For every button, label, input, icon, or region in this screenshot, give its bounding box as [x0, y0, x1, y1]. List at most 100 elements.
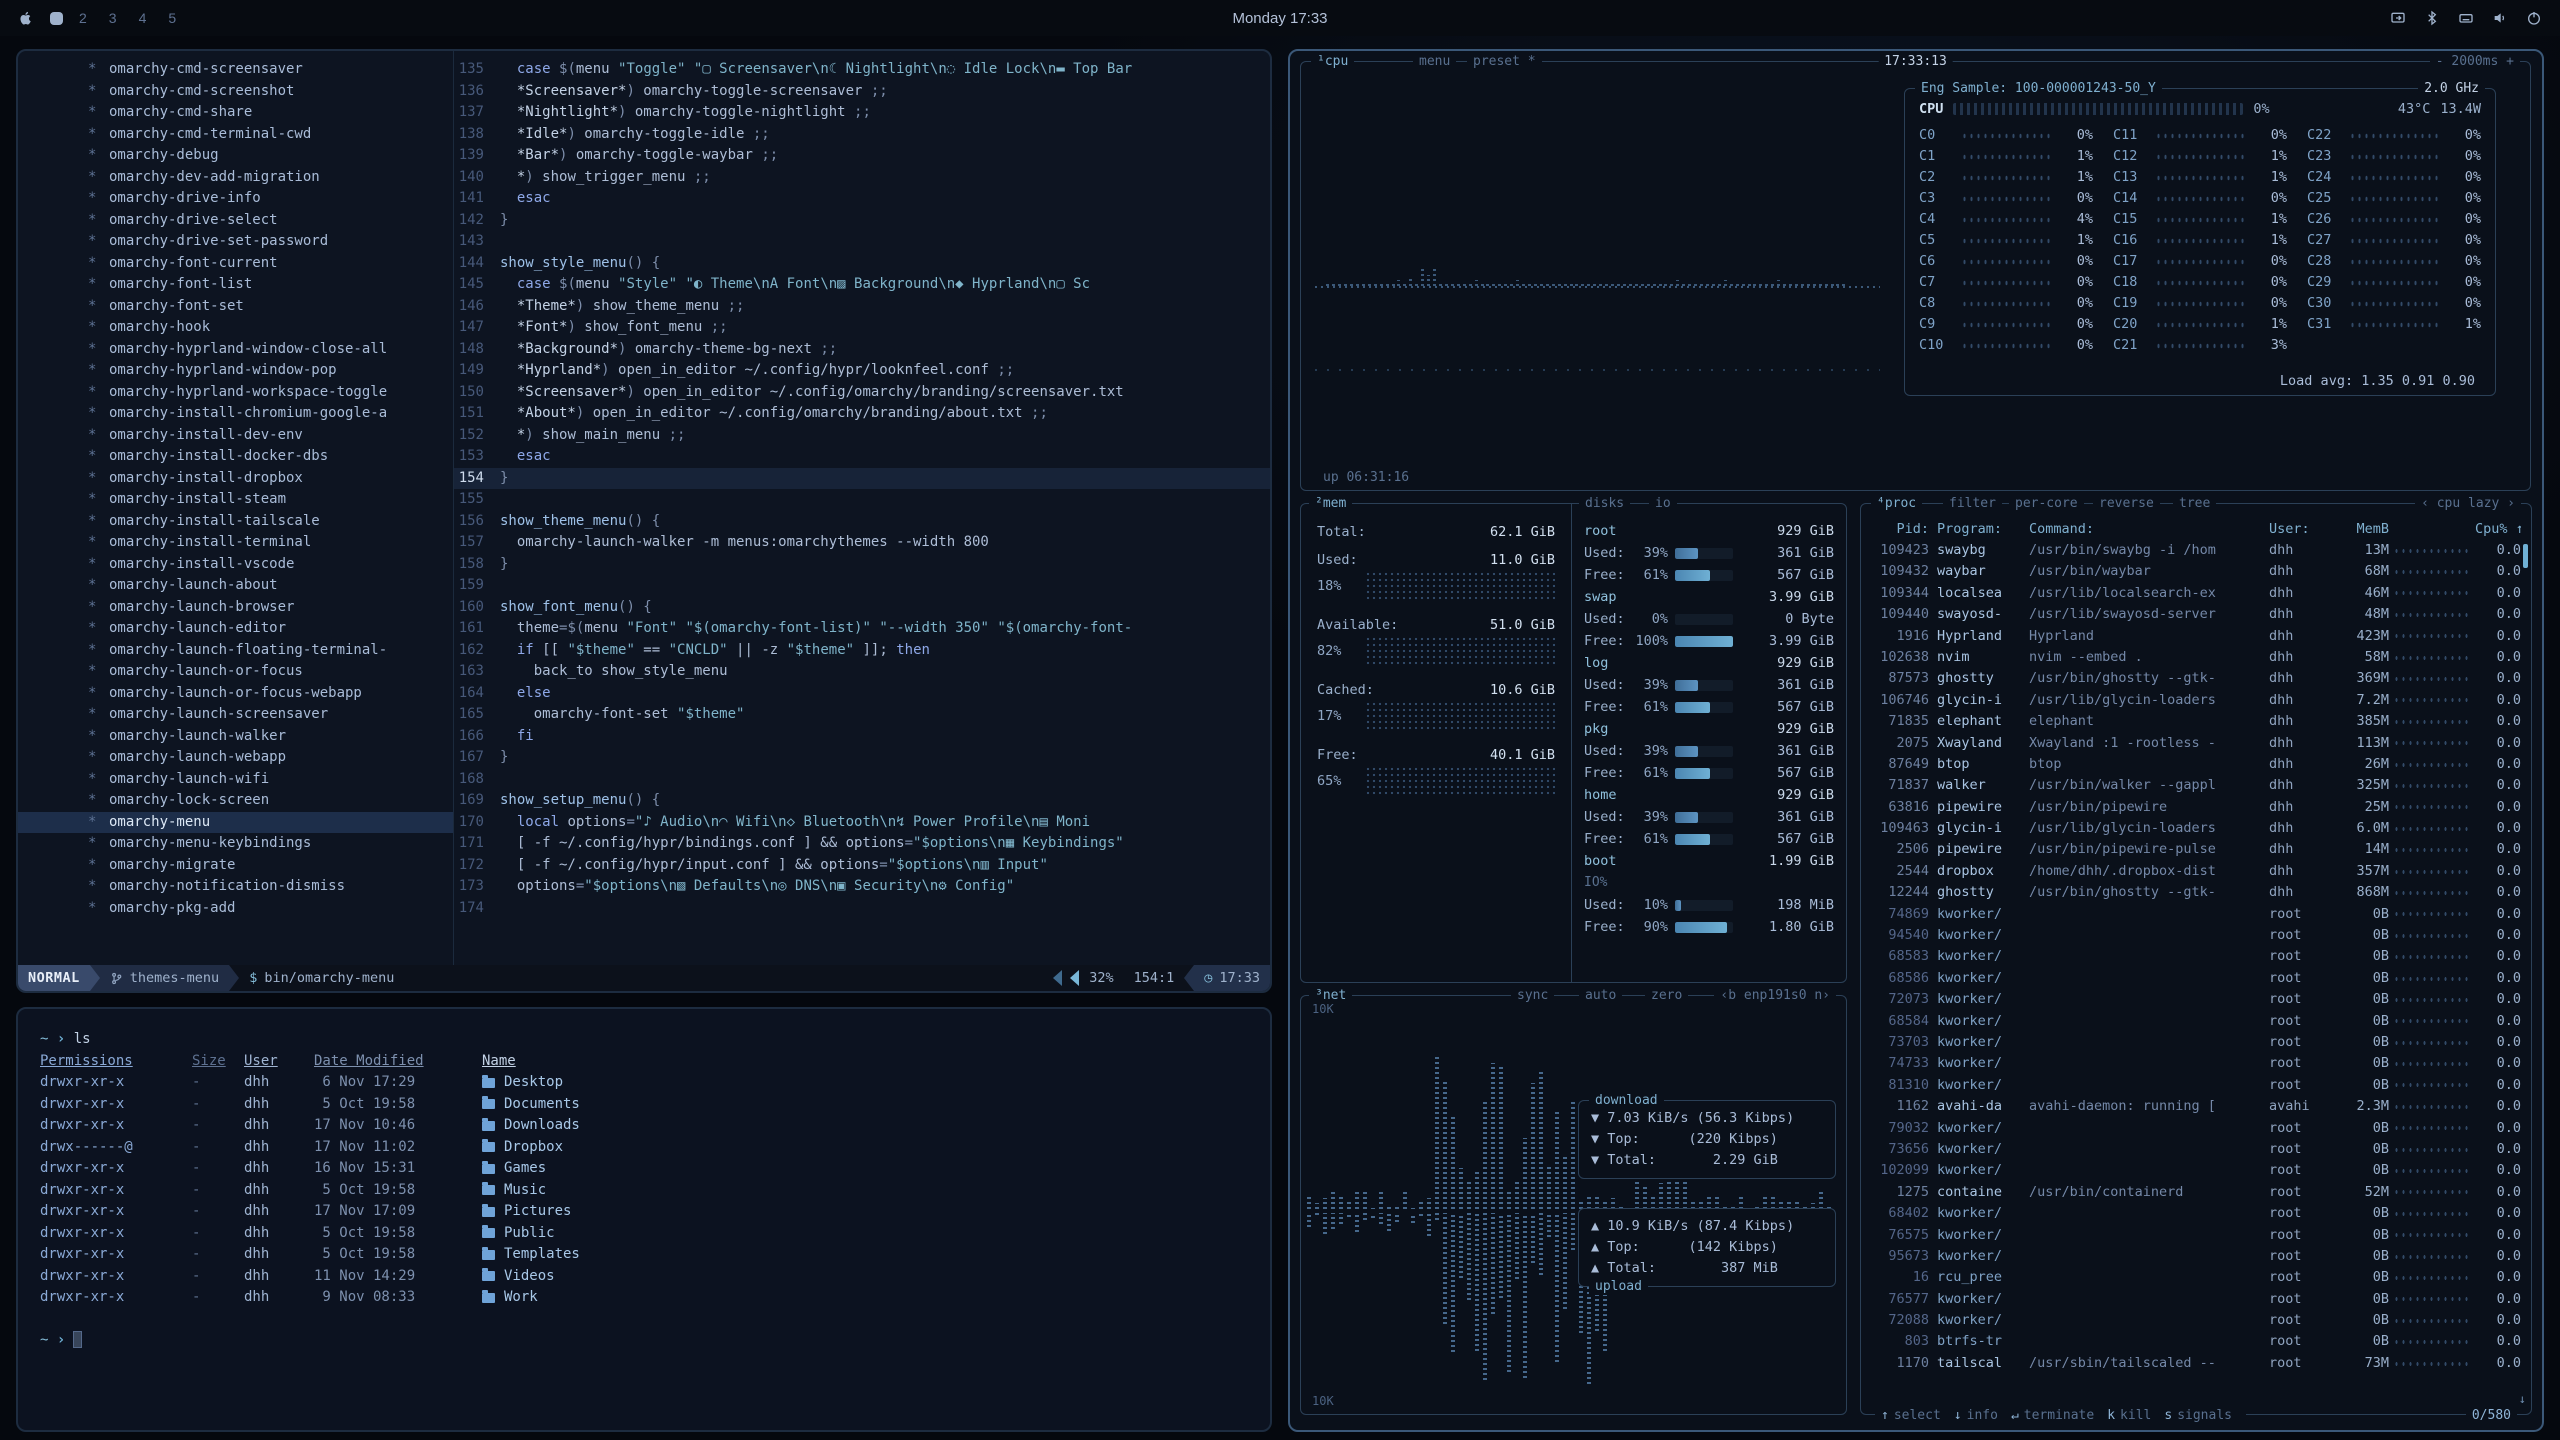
- file-item[interactable]: *omarchy-hyprland-workspace-toggle: [18, 382, 453, 404]
- code-line[interactable]: 135 case $(menu "Toggle" "▢ Screensaver\…: [454, 59, 1270, 81]
- volume-icon[interactable]: [2492, 10, 2508, 26]
- workspace-3[interactable]: 3: [109, 10, 117, 26]
- scroll-down-icon[interactable]: ↓: [2519, 1392, 2526, 1406]
- process-row[interactable]: 94540kworker/root0B0.0: [1873, 925, 2521, 946]
- code-line[interactable]: 142}: [454, 210, 1270, 232]
- process-row[interactable]: 68586kworker/root0B0.0: [1873, 968, 2521, 989]
- process-row[interactable]: 1162avahi-daavahi-daemon: running [avahi…: [1873, 1096, 2521, 1117]
- code-line[interactable]: 172 [ -f ~/.config/hypr/input.conf ] && …: [454, 855, 1270, 877]
- file-item[interactable]: *omarchy-launch-or-focus: [18, 661, 453, 683]
- process-row[interactable]: 63816pipewire/usr/bin/pipewiredhh25M0.0: [1873, 797, 2521, 818]
- code-line[interactable]: 173 options="$options\n▧ Defaults\n◎ DNS…: [454, 876, 1270, 898]
- code-line[interactable]: 171 [ -f ~/.config/hypr/bindings.conf ] …: [454, 833, 1270, 855]
- file-item[interactable]: *omarchy-cmd-screenshot: [18, 81, 453, 103]
- file-item[interactable]: *omarchy-drive-select: [18, 210, 453, 232]
- file-item[interactable]: *omarchy-install-dropbox: [18, 468, 453, 490]
- file-item[interactable]: *omarchy-install-terminal: [18, 532, 453, 554]
- file-item[interactable]: *omarchy-install-steam: [18, 489, 453, 511]
- btop-window[interactable]: ¹cpu menu preset * 17:33:13 - 2000ms + u…: [1288, 49, 2544, 1432]
- file-item[interactable]: *omarchy-hook: [18, 317, 453, 339]
- workspace-2[interactable]: 2: [79, 10, 87, 26]
- code-line[interactable]: 139 *Bar*) omarchy-toggle-waybar ;;: [454, 145, 1270, 167]
- process-row[interactable]: 87649btopbtopdhh26M0.0: [1873, 754, 2521, 775]
- file-item[interactable]: *omarchy-migrate: [18, 855, 453, 877]
- process-row[interactable]: 74869kworker/root0B0.0: [1873, 904, 2521, 925]
- code-editor[interactable]: 135 case $(menu "Toggle" "▢ Screensaver\…: [454, 51, 1270, 965]
- code-line[interactable]: 169show_setup_menu() {: [454, 790, 1270, 812]
- preset-tab[interactable]: preset *: [1467, 53, 1542, 70]
- reverse-tab[interactable]: reverse: [2093, 495, 2160, 512]
- process-row[interactable]: 76577kworker/root0B0.0: [1873, 1289, 2521, 1310]
- code-line[interactable]: 151 *About*) open_in_editor ~/.config/om…: [454, 403, 1270, 425]
- code-line[interactable]: 168: [454, 769, 1270, 791]
- file-item[interactable]: *omarchy-menu-keybindings: [18, 833, 453, 855]
- code-line[interactable]: 141 esac: [454, 188, 1270, 210]
- code-line[interactable]: 153 esac: [454, 446, 1270, 468]
- code-line[interactable]: 138 *Idle*) omarchy-toggle-idle ;;: [454, 124, 1270, 146]
- file-item[interactable]: *omarchy-hyprland-window-close-all: [18, 339, 453, 361]
- process-row[interactable]: 68584kworker/root0B0.0: [1873, 1011, 2521, 1032]
- editor-window[interactable]: *omarchy-cmd-screensaver*omarchy-cmd-scr…: [16, 49, 1272, 993]
- proc-sort-mode[interactable]: ‹ cpu lazy ›: [2415, 495, 2521, 512]
- cpu-tab[interactable]: ¹cpu: [1311, 53, 1354, 70]
- code-line[interactable]: 165 omarchy-font-set "$theme": [454, 704, 1270, 726]
- code-line[interactable]: 164 else: [454, 683, 1270, 705]
- code-line[interactable]: 155: [454, 489, 1270, 511]
- code-line[interactable]: 159: [454, 575, 1270, 597]
- file-item[interactable]: *omarchy-launch-floating-terminal-: [18, 640, 453, 662]
- code-line[interactable]: 137 *Nightlight*) omarchy-toggle-nightli…: [454, 102, 1270, 124]
- code-line[interactable]: 174: [454, 898, 1270, 920]
- scrollbar-thumb[interactable]: [2523, 544, 2528, 568]
- process-row[interactable]: 16rcu_preeroot0B0.0: [1873, 1267, 2521, 1288]
- workspace-5[interactable]: 5: [168, 10, 176, 26]
- zero-toggle[interactable]: zero: [1645, 987, 1688, 1004]
- file-item[interactable]: *omarchy-font-list: [18, 274, 453, 296]
- network-interface[interactable]: ‹b enp191s0 n›: [1714, 987, 1836, 1004]
- column-header[interactable]: MemB: [2333, 518, 2389, 540]
- code-line[interactable]: 152 *) show_main_menu ;;: [454, 425, 1270, 447]
- code-line[interactable]: 147 *Font*) show_font_menu ;;: [454, 317, 1270, 339]
- tree-tab[interactable]: tree: [2173, 495, 2216, 512]
- file-item[interactable]: *omarchy-cmd-screensaver: [18, 59, 453, 81]
- file-item[interactable]: *omarchy-lock-screen: [18, 790, 453, 812]
- process-row[interactable]: 1275containe/usr/bin/containerdroot52M0.…: [1873, 1182, 2521, 1203]
- file-item[interactable]: *omarchy-launch-or-focus-webapp: [18, 683, 453, 705]
- column-header[interactable]: User:: [2269, 518, 2333, 540]
- file-item[interactable]: *omarchy-font-set: [18, 296, 453, 318]
- bluetooth-icon[interactable]: [2424, 10, 2440, 26]
- code-line[interactable]: 140 *) show_trigger_menu ;;: [454, 167, 1270, 189]
- per-core-tab[interactable]: per-core: [2009, 495, 2084, 512]
- process-row[interactable]: 81310kworker/root0B0.0: [1873, 1075, 2521, 1096]
- file-item[interactable]: *omarchy-drive-info: [18, 188, 453, 210]
- code-line[interactable]: 150 *Screensaver*) open_in_editor ~/.con…: [454, 382, 1270, 404]
- process-row[interactable]: 106746glycin-i/usr/lib/glycin-loadersdhh…: [1873, 690, 2521, 711]
- file-item[interactable]: *omarchy-debug: [18, 145, 453, 167]
- file-item[interactable]: *omarchy-install-docker-dbs: [18, 446, 453, 468]
- sync-toggle[interactable]: sync: [1511, 987, 1554, 1004]
- file-item[interactable]: *omarchy-launch-walker: [18, 726, 453, 748]
- update-interval[interactable]: - 2000ms +: [2430, 53, 2520, 70]
- process-row[interactable]: 95673kworker/root0B0.0: [1873, 1246, 2521, 1267]
- process-row[interactable]: 109423swaybg/usr/bin/swaybg -i /homdhh13…: [1873, 540, 2521, 561]
- cast-icon[interactable]: [2390, 10, 2406, 26]
- process-row[interactable]: 74733kworker/root0B0.0: [1873, 1053, 2521, 1074]
- process-row[interactable]: 102099kworker/root0B0.0: [1873, 1160, 2521, 1181]
- workspace-4[interactable]: 4: [139, 10, 147, 26]
- power-icon[interactable]: [2526, 10, 2542, 26]
- terminate-key[interactable]: ↵: [2011, 1408, 2019, 1423]
- process-row[interactable]: 2544dropbox/home/dhh/.dropbox-distdhh357…: [1873, 861, 2521, 882]
- file-item[interactable]: *omarchy-cmd-share: [18, 102, 453, 124]
- code-line[interactable]: 143: [454, 231, 1270, 253]
- file-item[interactable]: *omarchy-launch-about: [18, 575, 453, 597]
- process-row[interactable]: 68402kworker/root0B0.0: [1873, 1203, 2521, 1224]
- proc-tab[interactable]: ⁴proc: [1871, 495, 1922, 512]
- file-item[interactable]: *omarchy-font-current: [18, 253, 453, 275]
- process-row[interactable]: 109440swayosd-/usr/lib/swayosd-serverdhh…: [1873, 604, 2521, 625]
- process-row[interactable]: 71835elephantelephantdhh385M0.0: [1873, 711, 2521, 732]
- file-item[interactable]: *omarchy-dev-add-migration: [18, 167, 453, 189]
- process-row[interactable]: 12244ghostty/usr/bin/ghostty --gtk-dhh86…: [1873, 882, 2521, 903]
- process-row[interactable]: 803btrfs-trroot0B0.0: [1873, 1331, 2521, 1352]
- code-line[interactable]: 167}: [454, 747, 1270, 769]
- process-row[interactable]: 72073kworker/root0B0.0: [1873, 989, 2521, 1010]
- process-row[interactable]: 73656kworker/root0B0.0: [1873, 1139, 2521, 1160]
